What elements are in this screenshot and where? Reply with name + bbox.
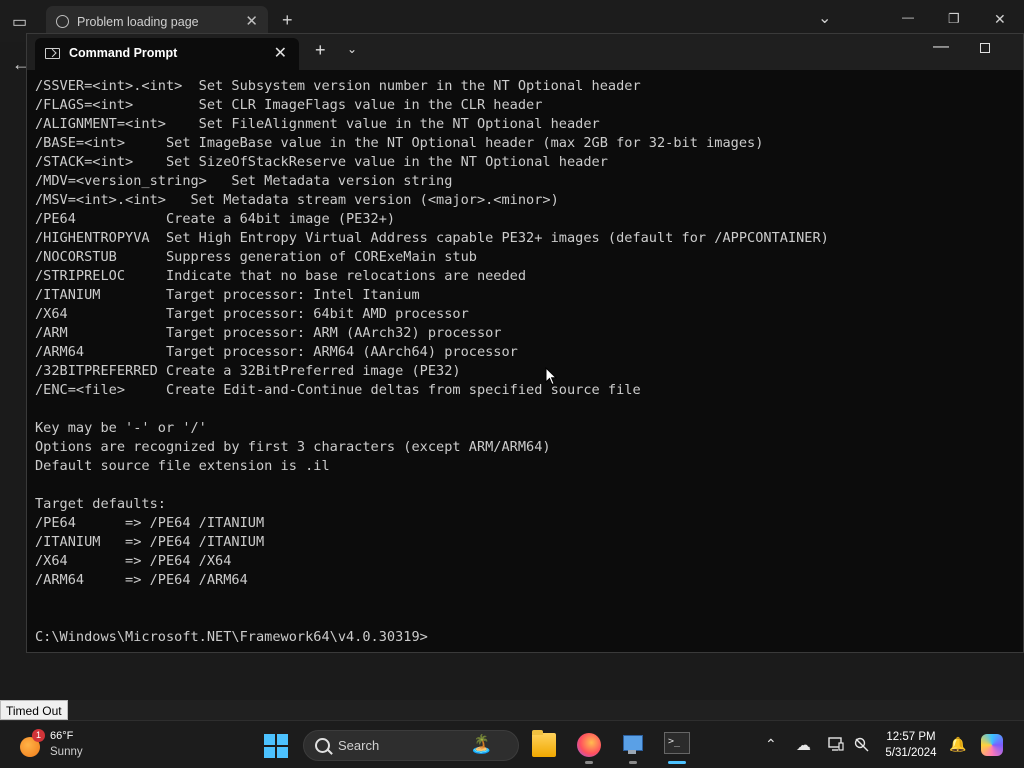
command-prompt-icon — [45, 48, 60, 59]
terminal-line: /MSV=<int>.<int> Set Metadata stream ver… — [35, 192, 559, 208]
terminal-line: /SSVER=<int>.<int> Set Subsystem version… — [35, 78, 641, 94]
copilot-icon[interactable] — [981, 734, 1003, 756]
windows-logo-tile — [264, 734, 275, 745]
windows-logo-tile — [277, 747, 288, 758]
active-indicator — [668, 761, 686, 764]
terminal-line: /X64 Target processor: 64bit AMD process… — [35, 306, 469, 322]
terminal-line: /STRIPRELOC Indicate that no base reloca… — [35, 268, 527, 284]
browser-restore-button[interactable]: ❐ — [948, 11, 960, 27]
terminal-line: /ARM64 => /PE64 /ARM64 — [35, 572, 248, 588]
terminal-line: /BASE=<int> Set ImageBase value in the N… — [35, 135, 764, 151]
show-hidden-icons-chevron[interactable]: ⌃ — [765, 736, 777, 753]
chevron-down-icon[interactable]: ⌄ — [347, 42, 357, 56]
monitor-base-shape — [628, 750, 636, 754]
terminal-line: Key may be '-' or '/' — [35, 420, 207, 436]
terminal-tab-title: Command Prompt — [69, 46, 178, 60]
mouse-cursor-icon — [545, 367, 557, 386]
terminal-title-bar[interactable]: Command Prompt ✕ + ⌄ — — [27, 34, 1023, 70]
windows-logo-tile — [264, 747, 275, 758]
notification-badge: 1 — [32, 729, 45, 742]
running-indicator — [585, 761, 593, 764]
terminal-line: /ITANIUM => /PE64 /ITANIUM — [35, 534, 265, 550]
terminal-line: /PE64 Create a 64bit image (PE32+) — [35, 211, 396, 227]
file-explorer-icon[interactable] — [532, 730, 556, 757]
close-icon[interactable]: ✕ — [245, 12, 258, 30]
start-button[interactable] — [264, 734, 288, 758]
tab-list-button[interactable]: ⌄ — [818, 8, 831, 28]
status-tooltip: Timed Out — [0, 700, 68, 720]
display-icon[interactable] — [828, 737, 844, 752]
clock-date: 5/31/2024 — [885, 747, 937, 759]
terminal-line: /32BITPREFERRED Create a 32BitPreferred … — [35, 363, 461, 379]
close-icon[interactable]: ✕ — [274, 43, 287, 63]
maximize-button[interactable] — [980, 43, 990, 53]
search-highlight-icon: 🏝️ — [470, 734, 493, 754]
terminal-line: /NOCORSTUB Suppress generation of CORExe… — [35, 249, 477, 265]
terminal-line: /ARM Target processor: ARM (AArch32) pro… — [35, 325, 502, 341]
terminal-line: /PE64 => /PE64 /ITANIUM — [35, 515, 265, 531]
clock-time: 12:57 PM — [886, 731, 936, 743]
weather-widget[interactable]: 1 66°F Sunny — [18, 729, 108, 763]
terminal-app-icon[interactable]: >_ — [664, 732, 690, 754]
terminal-line: /X64 => /PE64 /X64 — [35, 553, 232, 569]
browser-tab-title: Problem loading page — [77, 15, 199, 29]
system-clock[interactable]: 12:57 PM 5/31/2024 — [880, 729, 942, 761]
terminal-line: /STACK=<int> Set SizeOfStackReserve valu… — [35, 154, 608, 170]
terminal-window[interactable]: Command Prompt ✕ + ⌄ — /SSVER=<int>.<int… — [26, 33, 1024, 653]
terminal-line: /ARM64 Target processor: ARM64 (AArch64)… — [35, 344, 518, 360]
terminal-line: /MDV=<version_string> Set Metadata versi… — [35, 173, 453, 189]
terminal-line: /ALIGNMENT=<int> Set FileAlignment value… — [35, 116, 600, 132]
network-computer-icon[interactable] — [621, 733, 645, 757]
monitor-shape — [623, 735, 643, 751]
new-tab-button[interactable]: + — [282, 10, 293, 31]
new-tab-button[interactable]: + — [315, 40, 326, 61]
terminal-output[interactable]: /SSVER=<int>.<int> Set Subsystem version… — [35, 77, 1015, 647]
globe-icon — [56, 15, 69, 28]
browser-close-button[interactable]: ✕ — [994, 11, 1006, 28]
running-indicator — [629, 761, 637, 764]
terminal-line: /HIGHENTROPYVA Set High Entropy Virtual … — [35, 230, 829, 246]
windows-logo-tile — [277, 734, 288, 745]
terminal-line: /ITANIUM Target processor: Intel Itanium — [35, 287, 420, 303]
search-icon — [315, 738, 330, 753]
terminal-line: /FLAGS=<int> Set CLR ImageFlags value in… — [35, 97, 543, 113]
weather-temperature: 66°F — [50, 730, 74, 742]
minimize-button[interactable]: — — [933, 38, 949, 56]
terminal-line: Target defaults: — [35, 496, 166, 512]
search-placeholder: Search — [338, 738, 380, 753]
taskbar: 1 66°F Sunny Search 🏝️ >_ ⌃ ☁ 12:57 PM 5… — [0, 720, 1024, 768]
terminal-line: Options are recognized by first 3 charac… — [35, 439, 551, 455]
taskbar-search-box[interactable]: Search 🏝️ — [303, 730, 519, 761]
tab-overview-icon[interactable]: ▭ — [12, 12, 27, 32]
notification-bell-icon[interactable]: 🔔 — [949, 736, 966, 753]
network-no-connection-icon[interactable] — [854, 737, 870, 752]
browser-minimize-button[interactable]: — — [902, 10, 914, 24]
terminal-line: Default source file extension is .il — [35, 458, 330, 474]
onedrive-icon[interactable]: ☁ — [796, 736, 811, 754]
terminal-line: C:\Windows\Microsoft.NET\Framework64\v4.… — [35, 629, 428, 645]
weather-description: Sunny — [50, 746, 83, 758]
terminal-tab[interactable]: Command Prompt ✕ — [35, 38, 299, 70]
terminal-line: /ENC=<file> Create Edit-and-Continue del… — [35, 382, 641, 398]
firefox-icon[interactable] — [577, 733, 601, 757]
